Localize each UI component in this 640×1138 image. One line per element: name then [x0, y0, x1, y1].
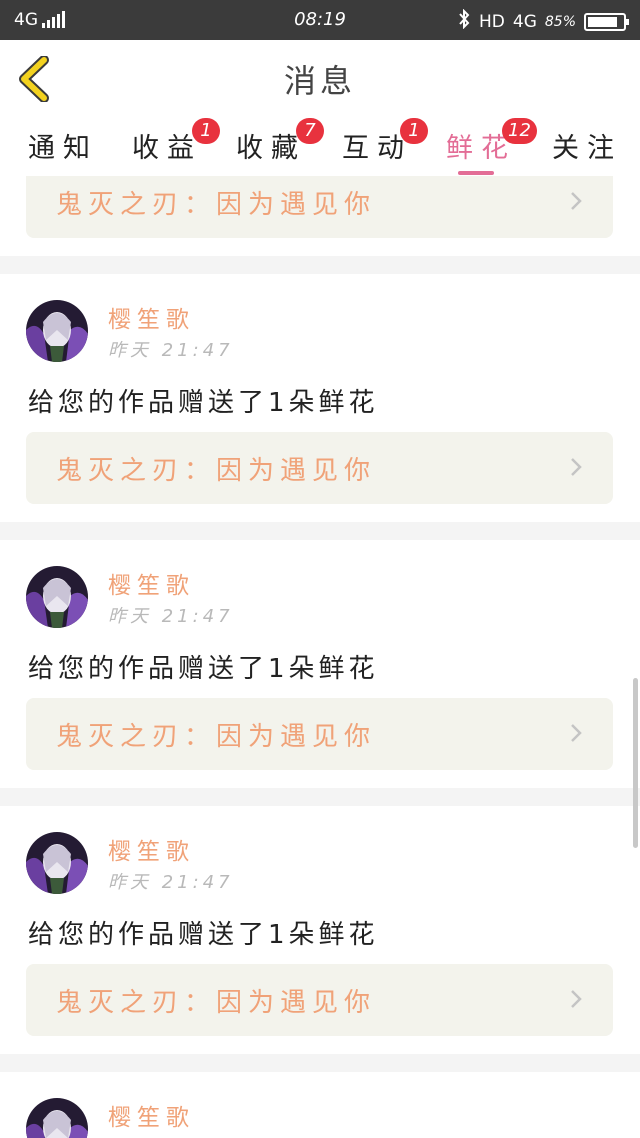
avatar[interactable] [26, 832, 88, 894]
message-text: 给您的作品赠送了1朵鲜花 [28, 654, 379, 684]
timestamp: 昨天 21:47 [108, 606, 234, 627]
header: 消息 [0, 40, 640, 116]
tab-bar: 通知 收益 1 收藏 7 互动 1 鲜花 12 关注 [0, 116, 640, 176]
username[interactable]: 樱笙歌 [108, 566, 195, 600]
chevron-right-icon [571, 192, 582, 210]
chevron-right-icon [571, 458, 582, 476]
message-feed[interactable]: 鬼灭之刃：因为遇见你 樱笙歌 昨天 21:47 给您的作品赠送了1朵鲜花 鬼灭之… [0, 176, 640, 1138]
message-card: 樱笙歌 昨天 21:47 给您的作品赠送了1朵鲜花 鬼灭之刃：因为遇见你 [0, 540, 640, 788]
unread-badge: 1 [400, 118, 428, 144]
message-card: 樱笙歌 昨天 21:47 给您的作品赠送了1朵鲜花 鬼灭之刃：因为遇见你 [0, 806, 640, 1054]
network-type-right: 4G [512, 11, 537, 32]
tab-interactions[interactable]: 互动 1 [342, 118, 428, 165]
work-title: 鬼灭之刃：因为遇见你 [56, 988, 377, 1018]
message-text: 给您的作品赠送了1朵鲜花 [28, 920, 379, 950]
work-link[interactable]: 鬼灭之刃：因为遇见你 [26, 964, 613, 1036]
work-title: 鬼灭之刃：因为遇见你 [56, 190, 377, 220]
page-title: 消息 [283, 62, 356, 100]
battery-percent: 85% [544, 13, 576, 30]
tab-notifications[interactable]: 通知 [28, 126, 98, 165]
status-bar: 4G 08:19 HD 4G 85% [0, 0, 640, 40]
hd-label: HD [479, 11, 505, 32]
message-card: 樱笙歌 昨天 21:47 给您的作品赠送了1朵鲜花 鬼灭之刃：因为遇见你 [0, 274, 640, 522]
avatar[interactable] [26, 566, 88, 628]
username[interactable]: 樱笙歌 [108, 300, 195, 334]
timestamp: 昨天 21:47 [108, 340, 234, 361]
message-card: 樱笙歌 [0, 1072, 640, 1138]
username[interactable]: 樱笙歌 [108, 1098, 195, 1132]
chevron-right-icon [571, 724, 582, 742]
tab-follows[interactable]: 关注 [552, 126, 622, 165]
message-text: 给您的作品赠送了1朵鲜花 [28, 388, 379, 418]
active-tab-indicator [458, 171, 494, 175]
unread-badge: 7 [296, 118, 324, 144]
tab-flowers[interactable]: 鲜花 12 [446, 118, 537, 165]
tab-label: 关注 [552, 133, 622, 164]
tab-label: 通知 [28, 133, 98, 164]
tab-earnings[interactable]: 收益 1 [132, 118, 220, 165]
work-title: 鬼灭之刃：因为遇见你 [56, 456, 377, 486]
work-link[interactable]: 鬼灭之刃：因为遇见你 [26, 698, 613, 770]
tab-favorites[interactable]: 收藏 7 [236, 118, 324, 165]
tab-label: 收藏 [236, 133, 306, 164]
username[interactable]: 樱笙歌 [108, 832, 195, 866]
tab-label: 收益 [132, 133, 202, 164]
battery-icon [584, 12, 629, 31]
work-title: 鬼灭之刃：因为遇见你 [56, 722, 377, 752]
message-card: 鬼灭之刃：因为遇见你 [0, 176, 640, 256]
chevron-right-icon [571, 990, 582, 1008]
unread-badge: 1 [192, 118, 220, 144]
unread-badge: 12 [502, 118, 537, 144]
timestamp: 昨天 21:47 [108, 872, 234, 893]
work-link[interactable]: 鬼灭之刃：因为遇见你 [26, 432, 613, 504]
avatar[interactable] [26, 300, 88, 362]
avatar[interactable] [26, 1098, 88, 1138]
status-right: HD 4G 85% [457, 8, 629, 34]
scrollbar[interactable] [633, 678, 638, 848]
work-link[interactable]: 鬼灭之刃：因为遇见你 [26, 176, 613, 238]
bluetooth-icon [457, 8, 471, 34]
